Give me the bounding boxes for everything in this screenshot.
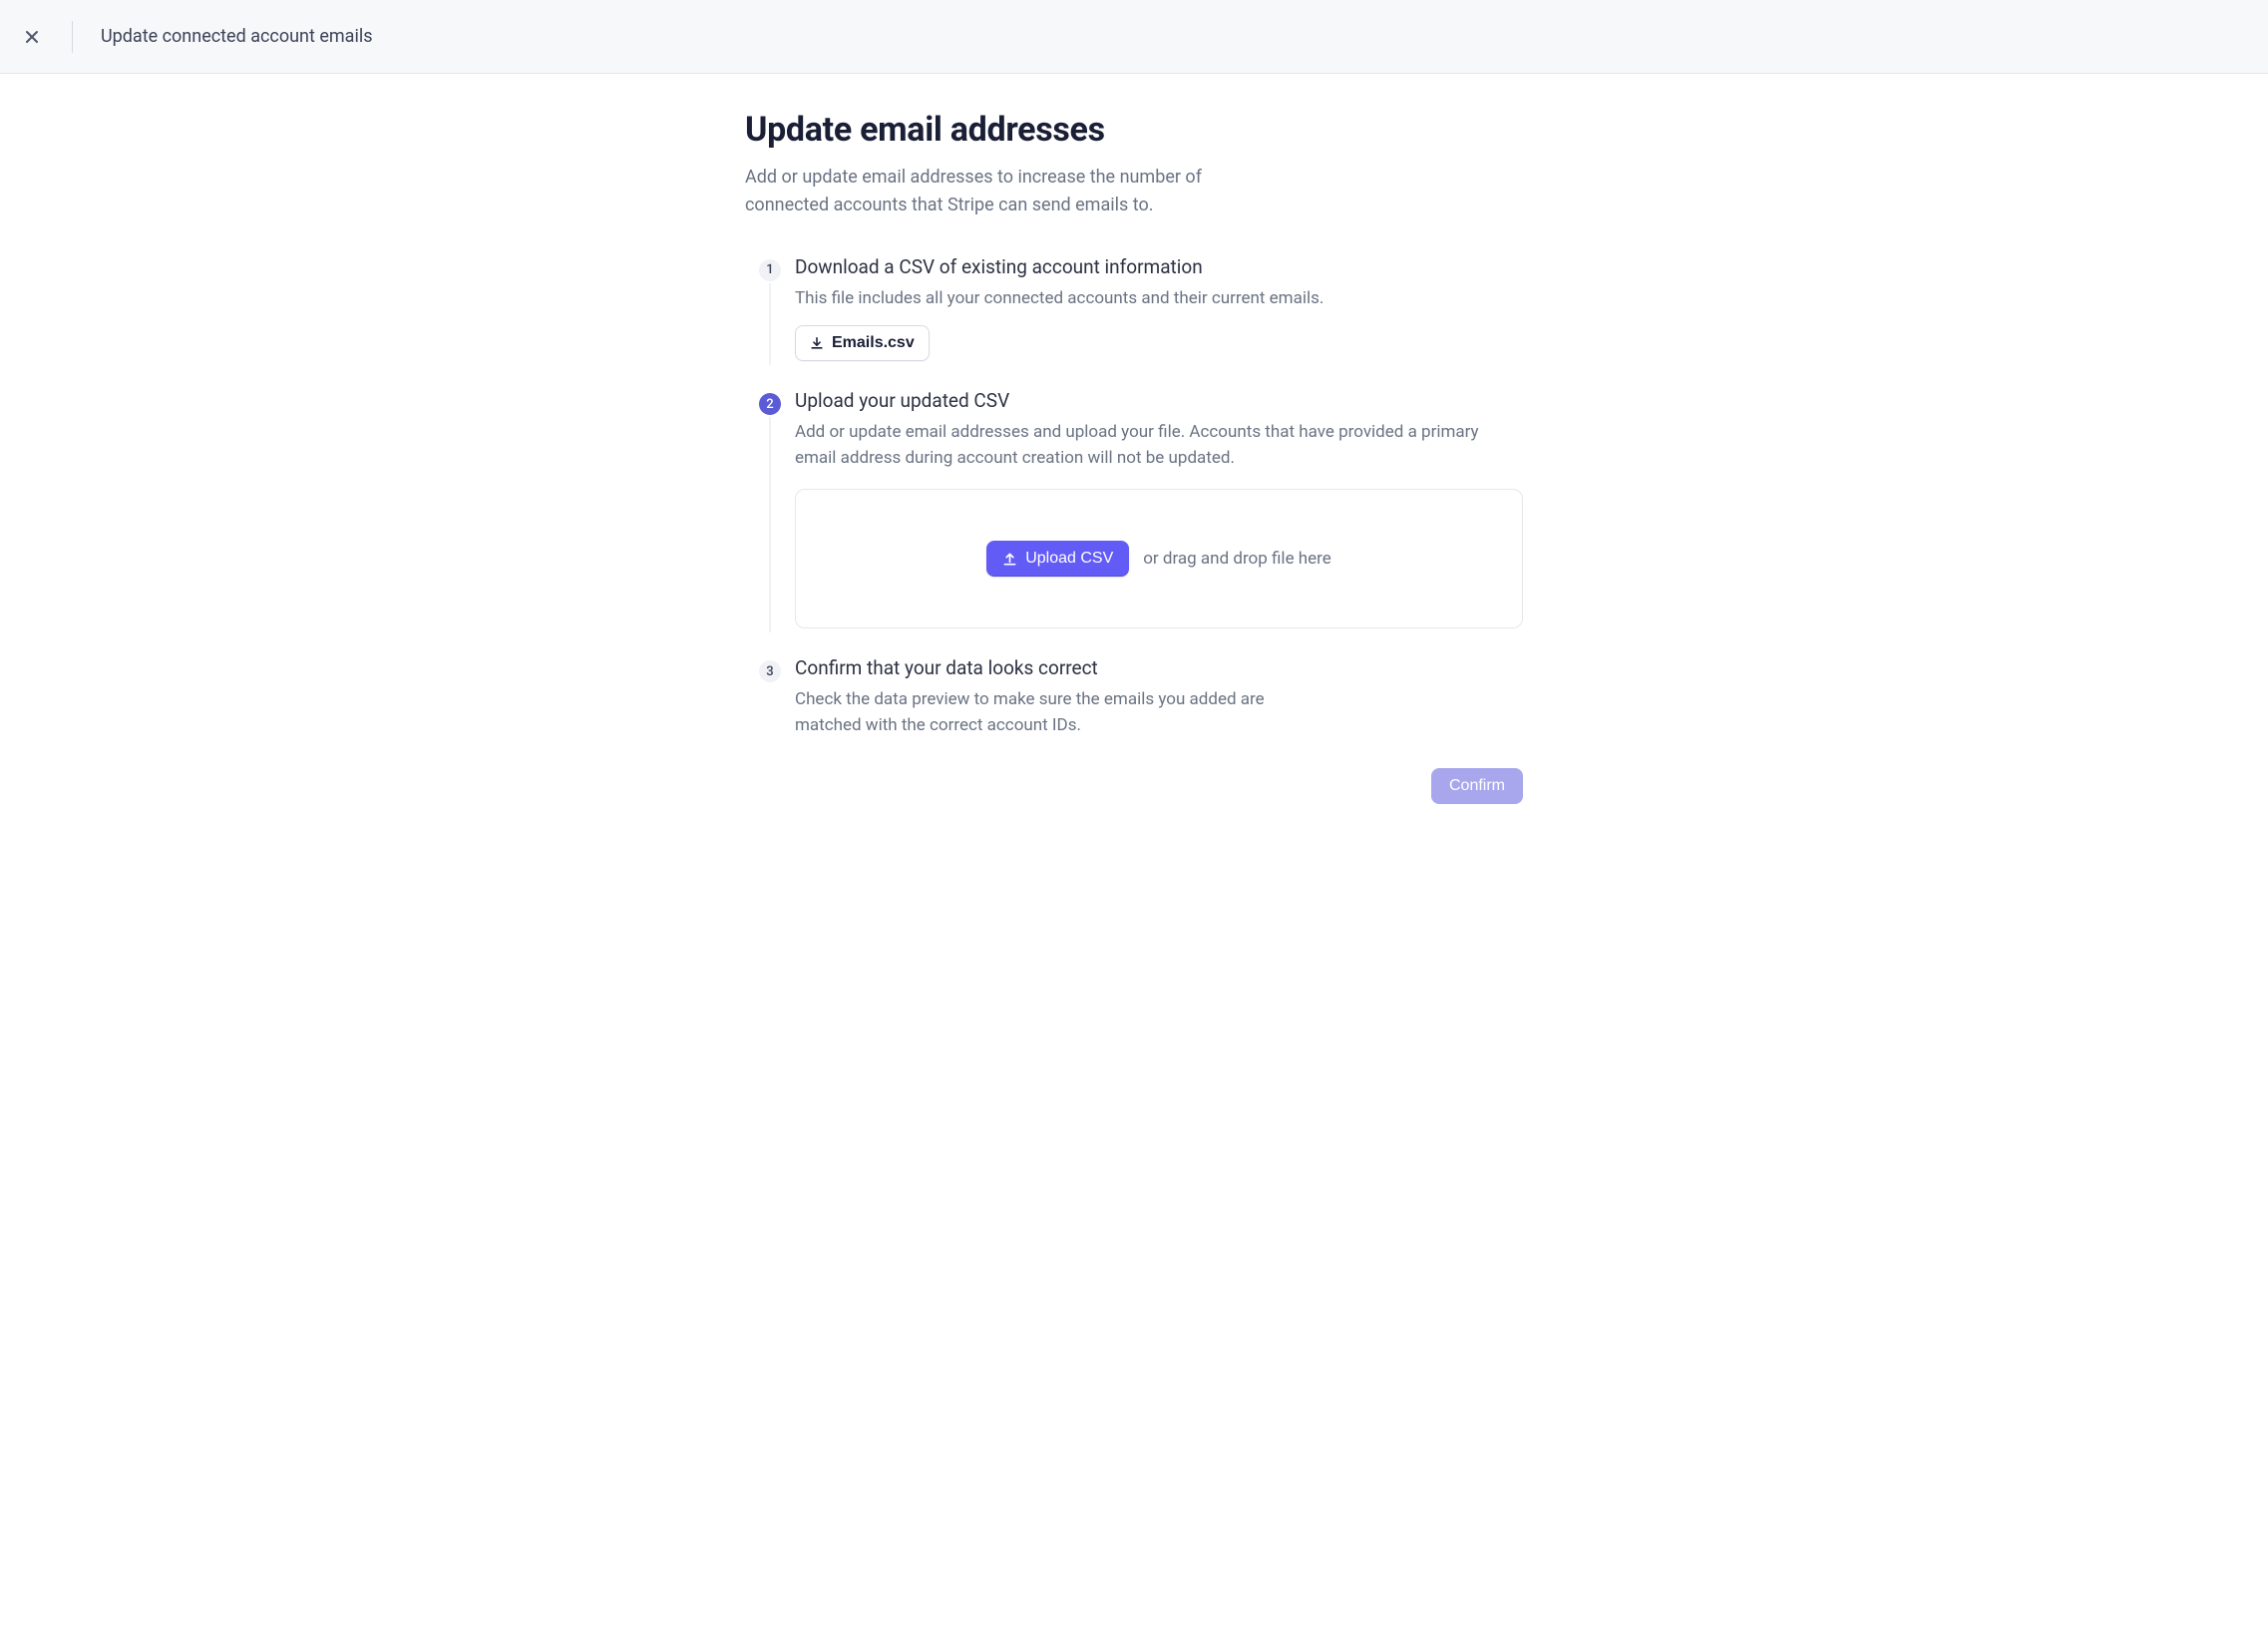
- drop-hint-text: or drag and drop file here: [1143, 549, 1331, 569]
- step-body: Upload your updated CSV Add or update em…: [795, 389, 1523, 628]
- step-title: Download a CSV of existing account infor…: [795, 255, 1523, 278]
- step-marker-col: 1: [745, 255, 795, 362]
- step-number-badge: 2: [759, 393, 781, 415]
- download-csv-button[interactable]: Emails.csv: [795, 325, 930, 361]
- footer-row: Confirm: [745, 768, 1523, 804]
- download-csv-label: Emails.csv: [832, 334, 915, 352]
- upload-csv-button[interactable]: Upload CSV: [986, 541, 1129, 577]
- main-content: Update email addresses Add or update ema…: [745, 74, 1523, 844]
- confirm-button[interactable]: Confirm: [1431, 768, 1523, 804]
- close-button[interactable]: [20, 25, 44, 49]
- page-subtitle: Add or update email addresses to increas…: [745, 164, 1244, 219]
- step-marker-col: 2: [745, 389, 795, 628]
- step-3: 3 Confirm that your data looks correct C…: [745, 656, 1523, 738]
- step-number-badge: 1: [759, 259, 781, 281]
- close-icon: [24, 29, 40, 45]
- step-description: This file includes all your connected ac…: [795, 286, 1513, 312]
- vertical-divider: [72, 21, 73, 53]
- step-connector-line: [770, 417, 771, 632]
- steps-list: 1 Download a CSV of existing account inf…: [745, 255, 1523, 739]
- upload-icon: [1002, 552, 1017, 567]
- topbar-title: Update connected account emails: [101, 26, 373, 47]
- page-title: Update email addresses: [745, 110, 1523, 150]
- topbar: Update connected account emails: [0, 0, 2268, 74]
- step-description: Add or update email addresses and upload…: [795, 420, 1513, 471]
- step-marker-col: 3: [745, 656, 795, 738]
- step-connector-line: [770, 283, 771, 366]
- upload-dropzone[interactable]: Upload CSV or drag and drop file here: [795, 489, 1523, 628]
- step-number-badge: 3: [759, 660, 781, 682]
- step-2: 2 Upload your updated CSV Add or update …: [745, 389, 1523, 656]
- step-title: Upload your updated CSV: [795, 389, 1523, 412]
- step-description: Check the data preview to make sure the …: [795, 687, 1333, 738]
- step-body: Download a CSV of existing account infor…: [795, 255, 1523, 362]
- step-title: Confirm that your data looks correct: [795, 656, 1523, 679]
- upload-csv-label: Upload CSV: [1025, 550, 1113, 568]
- download-icon: [810, 336, 824, 350]
- step-body: Confirm that your data looks correct Che…: [795, 656, 1523, 738]
- step-1: 1 Download a CSV of existing account inf…: [745, 255, 1523, 390]
